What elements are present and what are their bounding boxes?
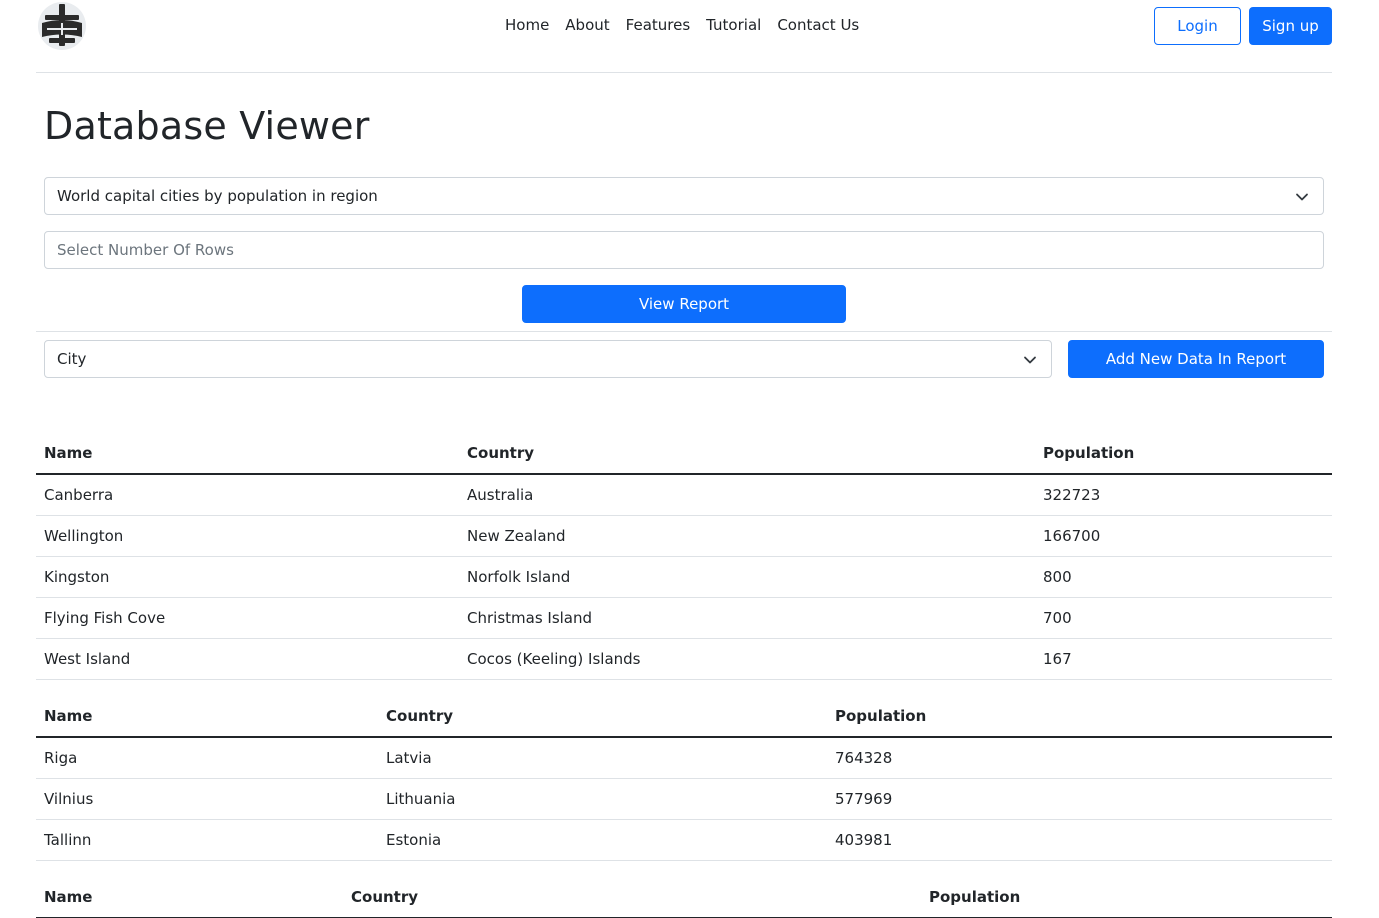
table-select-value: City: [57, 350, 87, 368]
report-table: Name Country Population: [36, 877, 1332, 918]
report-select-value: World capital cities by population in re…: [57, 187, 378, 205]
column-header-country: Country: [343, 877, 921, 918]
cell-population: 403981: [827, 819, 1332, 861]
cell-name: Wellington: [36, 515, 459, 557]
cell-population: 166700: [1035, 515, 1332, 557]
cell-population: 577969: [827, 778, 1332, 820]
table-header-row: Name Country Population: [36, 433, 1332, 475]
chevron-down-icon: [1024, 356, 1036, 364]
column-header-name: Name: [36, 696, 378, 738]
column-header-population: Population: [1035, 433, 1332, 475]
nav-tutorial[interactable]: Tutorial: [698, 14, 769, 36]
logo-icon[interactable]: [37, 1, 87, 51]
table-row: Riga Latvia 764328: [36, 737, 1332, 779]
rows-input[interactable]: [44, 231, 1324, 269]
chevron-down-icon: [1296, 193, 1308, 201]
cell-country: Estonia: [378, 819, 827, 861]
page-title: Database Viewer: [44, 104, 370, 148]
cell-population: 800: [1035, 556, 1332, 598]
divider: [36, 331, 1332, 332]
table-row: Tallinn Estonia 403981: [36, 819, 1332, 861]
view-report-button[interactable]: View Report: [522, 285, 846, 323]
site-header: Home About Features Tutorial Contact Us …: [36, 0, 1332, 73]
nav-about[interactable]: About: [557, 14, 617, 36]
column-header-country: Country: [459, 433, 1035, 475]
main-nav: Home About Features Tutorial Contact Us: [497, 14, 867, 36]
cell-country: Norfolk Island: [459, 556, 1035, 598]
cell-name: Kingston: [36, 556, 459, 598]
cell-name: Tallinn: [36, 819, 378, 861]
column-header-name: Name: [36, 877, 343, 918]
cell-population: 700: [1035, 597, 1332, 639]
cell-country: New Zealand: [459, 515, 1035, 557]
table-row: Vilnius Lithuania 577969: [36, 778, 1332, 820]
cell-name: Canberra: [36, 474, 459, 516]
login-button[interactable]: Login: [1154, 7, 1241, 45]
table-row: Wellington New Zealand 166700: [36, 515, 1332, 557]
column-header-name: Name: [36, 433, 459, 475]
table-header-row: Name Country Population: [36, 877, 1332, 918]
cell-name: Riga: [36, 737, 378, 779]
table-header-row: Name Country Population: [36, 696, 1332, 738]
cell-population: 167: [1035, 638, 1332, 680]
cell-population: 322723: [1035, 474, 1332, 516]
cell-country: Latvia: [378, 737, 827, 779]
report-table: Name Country Population Canberra Austral…: [36, 433, 1332, 680]
cell-name: Vilnius: [36, 778, 378, 820]
nav-home[interactable]: Home: [497, 14, 557, 36]
column-header-country: Country: [378, 696, 827, 738]
nav-features[interactable]: Features: [618, 14, 699, 36]
report-table: Name Country Population Riga Latvia 7643…: [36, 696, 1332, 861]
table-row: West Island Cocos (Keeling) Islands 167: [36, 638, 1332, 680]
table-row: Kingston Norfolk Island 800: [36, 556, 1332, 598]
cell-name: Flying Fish Cove: [36, 597, 459, 639]
column-header-population: Population: [921, 877, 1332, 918]
add-new-data-button[interactable]: Add New Data In Report: [1068, 340, 1324, 378]
page: Home About Features Tutorial Contact Us …: [0, 0, 1379, 918]
cell-country: Lithuania: [378, 778, 827, 820]
cell-country: Christmas Island: [459, 597, 1035, 639]
table-row: Canberra Australia 322723: [36, 474, 1332, 516]
table-select[interactable]: City: [44, 340, 1052, 378]
table-row: Flying Fish Cove Christmas Island 700: [36, 597, 1332, 639]
cell-country: Cocos (Keeling) Islands: [459, 638, 1035, 680]
cell-name: West Island: [36, 638, 459, 680]
report-select[interactable]: World capital cities by population in re…: [44, 177, 1324, 215]
cell-country: Australia: [459, 474, 1035, 516]
signup-button[interactable]: Sign up: [1249, 7, 1332, 45]
nav-contact-us[interactable]: Contact Us: [769, 14, 867, 36]
cell-population: 764328: [827, 737, 1332, 779]
column-header-population: Population: [827, 696, 1332, 738]
